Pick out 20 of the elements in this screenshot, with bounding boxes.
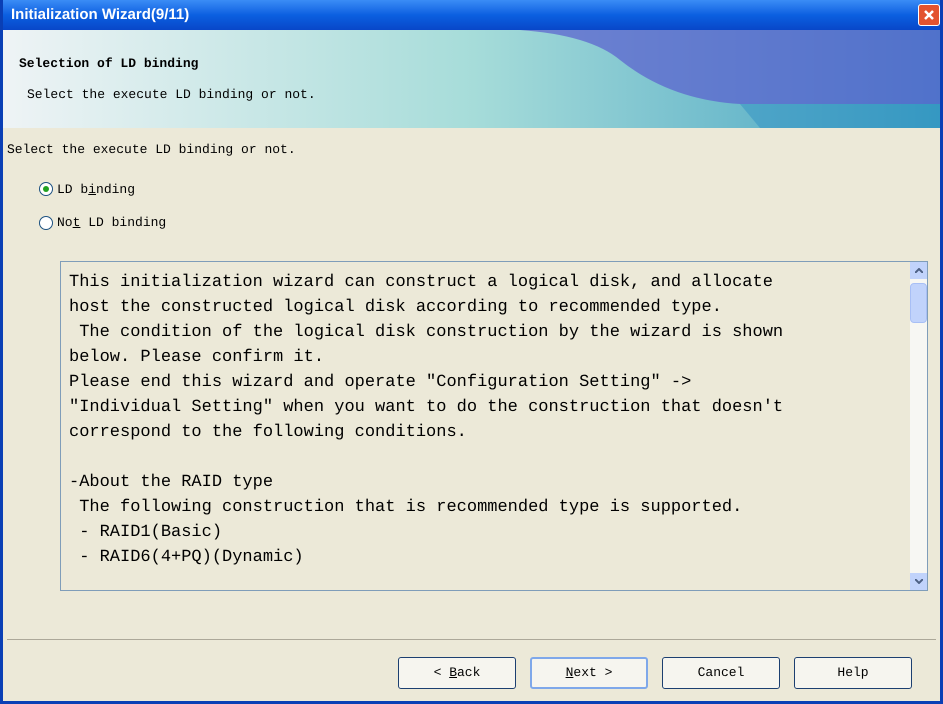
close-icon: [923, 9, 935, 21]
radio-button[interactable]: [39, 216, 53, 230]
scroll-up-icon[interactable]: [910, 262, 927, 278]
wizard-button[interactable]: < Back: [398, 657, 516, 689]
scrollbar[interactable]: [910, 262, 927, 590]
description-text: This initialization wizard can construct a logical disk, and allocate host the constructed logical disk according to recommended type. The condition of the logical disk construction by the wizard is shown below. Please confirm it. Please end this wizard and operate "Configuration Setting" -> "Individual Setting" when you want to do the construction that doesn't correspond to the following conditions.: [69, 272, 784, 444]
radio-option[interactable]: Not LD binding: [39, 213, 936, 232]
radio-button[interactable]: [39, 182, 53, 196]
header-title: Selection of LD binding: [19, 54, 200, 72]
radio-option[interactable]: LD binding: [39, 180, 936, 199]
header-subtitle: Select the execute LD binding or not.: [26, 86, 317, 104]
description-text: -About the RAID type The following construction that is recommended type is supported. - RAID1(Basic) - RAID6(4+PQ)(Dynamic): [69, 472, 744, 568]
prompt-text: Select the execute LD binding or not.: [7, 141, 297, 159]
wizard-button[interactable]: Cancel: [662, 657, 780, 689]
scroll-down-icon[interactable]: [910, 572, 927, 590]
wizard-button[interactable]: Next >: [530, 657, 648, 689]
window-title: Initialization Wizard(9/11): [11, 4, 190, 25]
close-button[interactable]: [918, 4, 940, 26]
scroll-thumb[interactable]: [910, 282, 927, 322]
wizard-button[interactable]: Help: [794, 657, 912, 689]
